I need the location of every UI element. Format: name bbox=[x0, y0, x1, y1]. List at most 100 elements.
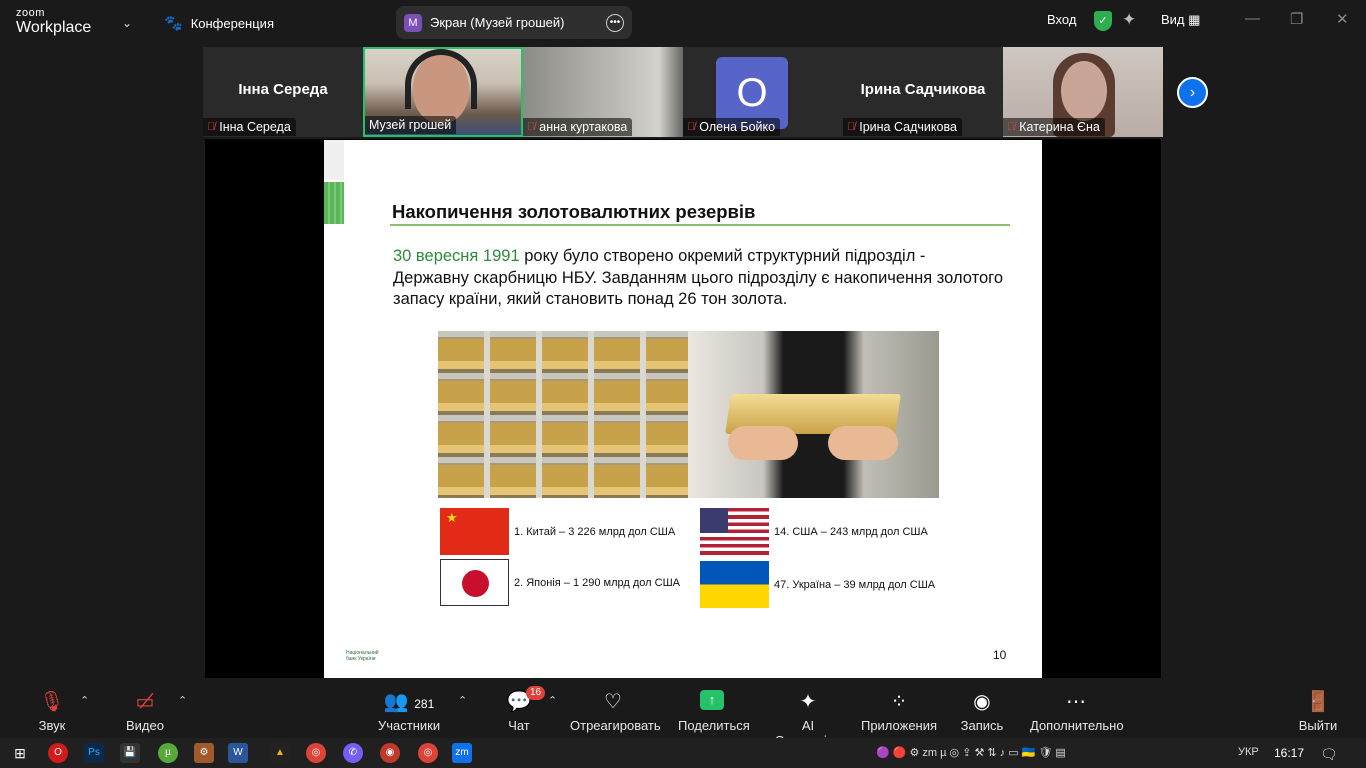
video-options-caret[interactable]: ⌃ bbox=[178, 694, 187, 707]
restore-icon[interactable]: ❐ bbox=[1290, 10, 1303, 28]
meeting-toolbar: 🎙 Звук ⌃ ▭̸ Видео ⌃ 👥 281 Участники ⌃ 💬 … bbox=[0, 680, 1366, 748]
windows-start-icon[interactable]: ⊞ bbox=[10, 743, 30, 763]
sharer-avatar: M bbox=[404, 13, 422, 32]
nbu-logo: Національний банк України bbox=[346, 650, 379, 662]
participant-name: анна куртакова bbox=[539, 120, 628, 134]
view-button[interactable]: Вид ▦ bbox=[1161, 12, 1200, 28]
conference-label: Конференция bbox=[190, 15, 274, 31]
reserve-item: 47. Україна – 39 млрд дол США bbox=[700, 561, 935, 608]
view-label: Вид bbox=[1161, 12, 1185, 27]
china-flag-icon: ★ bbox=[440, 508, 509, 555]
audio-options-caret[interactable]: ⌃ bbox=[80, 694, 89, 707]
slide-decoration bbox=[324, 140, 344, 180]
react-label: Отреагировать bbox=[570, 718, 661, 733]
chrome-icon[interactable]: ◎ bbox=[418, 743, 438, 763]
participant-tile[interactable]: Інна Середа 🎙̸ Інна Середа bbox=[203, 47, 363, 137]
next-page-button[interactable]: › bbox=[1177, 77, 1208, 108]
leave-label: Выйти bbox=[1298, 718, 1338, 733]
word-icon[interactable]: W bbox=[228, 743, 248, 763]
zoom-logo: zoom Workplace bbox=[16, 8, 91, 36]
audio-button[interactable]: 🎙 Звук bbox=[36, 690, 68, 733]
app-icon[interactable]: ⚙ bbox=[194, 743, 214, 763]
participant-tile[interactable]: 🎙̸ анна куртакова bbox=[523, 47, 683, 137]
app-icon[interactable]: ▲ bbox=[270, 743, 290, 763]
participant-name: Олена Бойко bbox=[699, 120, 776, 134]
brand-bottom: Workplace bbox=[16, 19, 92, 36]
ukraine-flag-icon bbox=[700, 561, 769, 608]
participant-name: Ірина Садчикова bbox=[859, 120, 957, 134]
participant-name-tag: Музей грошей bbox=[365, 116, 457, 134]
participant-tile[interactable]: Ірина Садчикова 🎙̸ Ірина Садчикова bbox=[843, 47, 1003, 137]
chrome-icon[interactable]: ◎ bbox=[306, 743, 326, 763]
conference-menu[interactable]: 🐾 Конференция bbox=[164, 14, 274, 32]
clock[interactable]: 16:17 bbox=[1274, 746, 1304, 760]
more-button[interactable]: ⋯ Дополнительно bbox=[1030, 690, 1124, 733]
security-shield-icon[interactable]: ✓ bbox=[1094, 11, 1112, 31]
save-icon[interactable]: 💾 bbox=[120, 743, 140, 763]
photoshop-icon[interactable]: Ps bbox=[84, 743, 104, 763]
close-icon[interactable]: ✕ bbox=[1336, 10, 1349, 28]
mic-muted-icon: 🎙̸ bbox=[527, 121, 536, 133]
participants-icon: 👥 281 bbox=[383, 691, 435, 713]
opera-icon[interactable]: O bbox=[48, 743, 68, 763]
app-icon[interactable]: ◉ bbox=[380, 743, 400, 763]
apps-label: Приложения bbox=[860, 718, 938, 733]
reserve-text: 2. Японія – 1 290 млрд дол США bbox=[514, 576, 680, 589]
notifications-icon[interactable]: 🗨 bbox=[1320, 746, 1338, 763]
slide-title: Накопичення золотовалютних резервів bbox=[392, 201, 756, 222]
react-button[interactable]: ♡ Отреагировать bbox=[570, 690, 661, 733]
mic-muted-icon: 🎙̸ bbox=[847, 121, 856, 133]
leave-button[interactable]: 🚪 Выйти bbox=[1298, 690, 1338, 733]
chevron-down-icon[interactable]: ⌄ bbox=[122, 16, 132, 30]
video-off-icon: ▭̸ bbox=[135, 691, 155, 713]
participants-options-caret[interactable]: ⌃ bbox=[458, 694, 467, 707]
participants-button[interactable]: 👥 281 Участники bbox=[378, 690, 440, 733]
page-number: 10 bbox=[993, 648, 1007, 662]
viber-icon[interactable]: ✆ bbox=[343, 743, 363, 763]
login-button[interactable]: Вход bbox=[1047, 12, 1076, 27]
participants-count: 281 bbox=[414, 697, 435, 711]
apps-button[interactable]: ⁘ Приложения bbox=[860, 690, 938, 733]
language-indicator[interactable]: УКР bbox=[1238, 746, 1259, 758]
chat-button[interactable]: 💬 16 Чат bbox=[504, 686, 546, 733]
heart-icon: ♡ bbox=[604, 691, 622, 713]
participant-big-name: Ірина Садчикова bbox=[860, 81, 986, 98]
zoom-taskbar-icon[interactable]: zm bbox=[452, 743, 472, 763]
reserve-item: ★ 1. Китай – 3 226 млрд дол США bbox=[440, 508, 675, 555]
more-icon[interactable]: ••• bbox=[606, 13, 624, 32]
participant-tile[interactable]: О 🎙̸ Олена Бойко bbox=[683, 47, 843, 137]
date-highlight: 30 вересня 1991 bbox=[393, 247, 520, 265]
usa-flag-icon bbox=[700, 508, 769, 555]
chat-label: Чат bbox=[508, 718, 530, 733]
chat-options-caret[interactable]: ⌃ bbox=[548, 694, 557, 707]
participant-tile[interactable]: 🎙̸ Катерина Єна bbox=[1003, 47, 1163, 137]
participant-name-tag: 🎙̸ Олена Бойко bbox=[683, 118, 781, 136]
chat-badge: 16 bbox=[526, 686, 546, 700]
video-button[interactable]: ▭̸ Видео bbox=[124, 690, 166, 733]
reserve-text: 1. Китай – 3 226 млрд дол США bbox=[514, 525, 676, 538]
japan-flag-icon bbox=[440, 559, 509, 606]
paw-icon: 🐾 bbox=[164, 15, 183, 32]
utorrent-icon[interactable]: µ bbox=[158, 743, 178, 763]
screen-share-pill[interactable]: M Экран (Музей грошей) ••• bbox=[396, 6, 632, 39]
minimize-icon[interactable]: — bbox=[1245, 10, 1260, 27]
record-button[interactable]: ◉ Запись bbox=[960, 690, 1004, 733]
participant-name-tag: 🎙̸ Катерина Єна bbox=[1003, 118, 1105, 136]
participants-label: Участники bbox=[378, 718, 441, 733]
participant-tile-active[interactable]: Музей грошей bbox=[363, 47, 523, 137]
share-button[interactable]: ↑ Поделиться bbox=[678, 690, 750, 733]
windows-taskbar: ⊞ O Ps 💾 µ ⚙ W ▲ ◎ ✆ ◉ ◎ zm 🟣 🔴 ⚙ zm µ ◎… bbox=[0, 738, 1366, 768]
reserve-item: 2. Японія – 1 290 млрд дол США bbox=[440, 559, 680, 606]
reserve-text: 14. США – 243 млрд дол США bbox=[774, 525, 928, 538]
title-divider bbox=[390, 224, 1010, 226]
sparkle-icon[interactable]: ✦ bbox=[1122, 10, 1136, 30]
share-label: Поделиться bbox=[678, 718, 750, 733]
brand-top: zoom bbox=[16, 7, 45, 19]
chevron-right-icon: › bbox=[1189, 84, 1196, 101]
grid-icon: ▦ bbox=[1188, 12, 1201, 27]
reserve-text: 47. Україна – 39 млрд дол США bbox=[774, 578, 936, 591]
more-icon: ⋯ bbox=[1066, 691, 1086, 713]
tray-icons[interactable]: 🟣 🔴 ⚙ zm µ ◎ ⇪ ⚒ ⇅ ♪ ▭ 🇺🇦 🛡 ▤ bbox=[876, 746, 1066, 759]
record-label: Запись bbox=[960, 718, 1004, 733]
slide-decoration bbox=[324, 182, 344, 224]
